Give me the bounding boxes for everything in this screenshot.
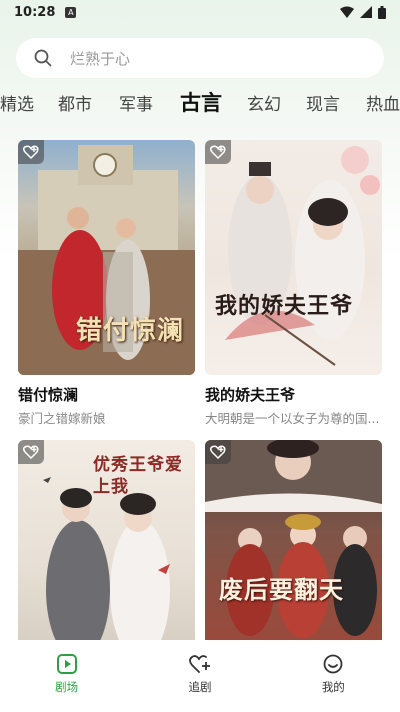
search-icon — [34, 49, 52, 67]
bottom-nav: 剧场 追剧 我的 — [0, 640, 400, 712]
nav-theater[interactable]: 剧场 — [22, 654, 112, 695]
tab-xianyan[interactable]: 现言 — [306, 92, 340, 118]
drama-poster[interactable]: 废后要翻天 — [205, 440, 382, 640]
signal-icon — [360, 6, 372, 18]
nav-profile[interactable]: 我的 — [288, 654, 378, 695]
drama-title[interactable]: 错付惊澜 — [18, 384, 195, 405]
status-bar: 10:28 A — [0, 0, 400, 24]
wifi-icon — [340, 6, 354, 18]
drama-card[interactable]: 我的娇夫王爷 我的娇夫王爷 大明朝是一个以女子为尊的国... — [205, 140, 382, 427]
tab-rexue[interactable]: 热血 — [366, 92, 400, 118]
poster-art — [225, 146, 380, 366]
battery-icon — [378, 5, 386, 19]
favorite-add-icon[interactable] — [18, 140, 44, 164]
nav-profile-label: 我的 — [321, 680, 345, 694]
search-placeholder: 烂熟于心 — [70, 49, 131, 68]
nav-theater-label: 剧场 — [55, 680, 79, 694]
drama-description: 豪门之错嫁新娘 — [18, 411, 106, 426]
drama-title[interactable]: 我的娇夫王爷 — [205, 384, 382, 405]
nav-follow[interactable]: 追剧 — [155, 654, 245, 695]
favorite-add-icon[interactable] — [18, 440, 44, 464]
notification-icon: A — [65, 6, 77, 18]
follow-heart-icon — [189, 655, 210, 673]
drama-poster[interactable]: 错付惊澜 — [18, 140, 195, 375]
category-tabs: 精选 都市 军事 古言 玄幻 现言 热血 — [0, 86, 400, 126]
tab-jingxuan[interactable]: 精选 — [0, 92, 34, 118]
theater-icon — [56, 654, 77, 674]
search-bar[interactable]: 烂熟于心 — [16, 38, 384, 78]
tab-guyan[interactable]: 古言 — [180, 90, 222, 116]
favorite-add-icon[interactable] — [205, 140, 231, 164]
drama-card[interactable]: 错付惊澜 错付惊澜 豪门之错嫁新娘 — [18, 140, 195, 427]
poster-caption: 废后要翻天 — [219, 575, 344, 604]
nav-follow-label: 追剧 — [188, 680, 212, 694]
drama-poster[interactable]: 优秀王爷爱上我 — [18, 440, 195, 640]
poster-caption: 优秀王爷爱上我 — [93, 455, 183, 497]
drama-card[interactable]: 废后要翻天 — [205, 440, 382, 640]
tab-junshi[interactable]: 军事 — [119, 92, 153, 118]
profile-icon — [323, 654, 343, 674]
poster-caption: 错付惊澜 — [76, 316, 185, 346]
status-time: 10:28 — [14, 4, 56, 20]
tab-xuanhuan[interactable]: 玄幻 — [247, 92, 281, 118]
drama-poster[interactable]: 我的娇夫王爷 — [205, 140, 382, 375]
poster-art — [205, 440, 382, 638]
drama-card[interactable]: 优秀王爷爱上我 — [18, 440, 195, 640]
drama-description: 大明朝是一个以女子为尊的国... — [205, 411, 380, 426]
tab-dushi[interactable]: 都市 — [58, 92, 92, 118]
favorite-add-icon[interactable] — [205, 440, 231, 464]
poster-caption: 我的娇夫王爷 — [215, 293, 354, 319]
